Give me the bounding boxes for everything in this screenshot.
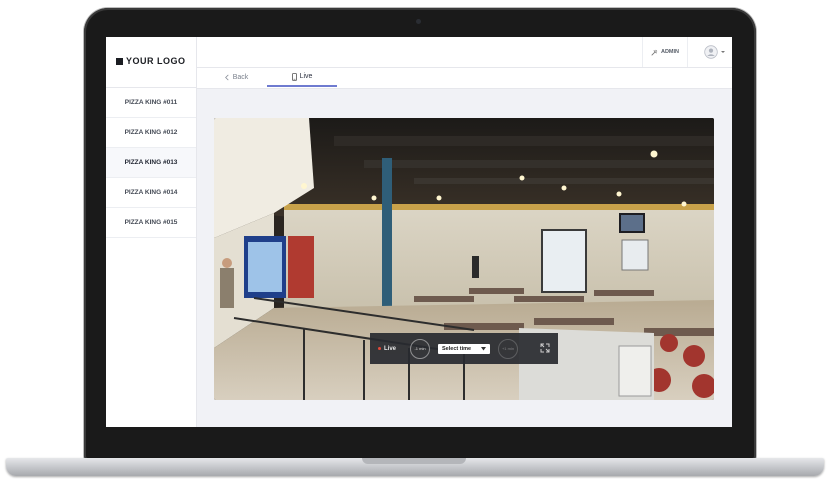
- tab-live-label: Live: [299, 73, 313, 80]
- store-list: PIZZA KING #011 PIZZA KING #012 PIZZA KI…: [106, 88, 196, 238]
- select-time-dropdown[interactable]: Select time: [438, 343, 491, 354]
- rewind-1-min-button[interactable]: -1 min: [410, 338, 431, 359]
- select-time-label: Select time: [442, 345, 472, 352]
- player-controls: Live -1 min Select time +1 min: [370, 333, 558, 364]
- expand-icon: [540, 343, 550, 352]
- user-menu[interactable]: [704, 37, 726, 67]
- sidebar-item-label: PIZZA KING #012: [124, 129, 178, 136]
- sidebar-item-label: PIZZA KING #014: [124, 189, 178, 196]
- camera-dot: [416, 19, 421, 24]
- sidebar-item-label: PIZZA KING #011: [124, 99, 178, 106]
- tab-back[interactable]: Back: [207, 68, 265, 87]
- user-avatar-icon: [704, 45, 718, 59]
- tab-back-label: Back: [232, 74, 249, 81]
- forward-1-min-button[interactable]: +1 min: [498, 338, 519, 359]
- live-indicator: Live: [378, 346, 396, 352]
- logo-area: YOUR LOGO: [106, 37, 196, 88]
- logo-square-icon: [116, 57, 123, 65]
- sidebar-item-pizza-king-011[interactable]: PIZZA KING #011: [106, 88, 196, 118]
- chevron-down-icon: [721, 51, 725, 53]
- rewind-label: -1 min: [414, 346, 426, 351]
- app-screen: YOUR LOGO PIZZA KING #011 PIZZA KING #01…: [106, 37, 732, 427]
- top-bar: ADMIN: [197, 37, 732, 68]
- forward-label: +1 min: [501, 346, 515, 351]
- admin-label: ADMIN: [660, 49, 679, 55]
- sidebar-item-pizza-king-015[interactable]: PIZZA KING #015: [106, 208, 196, 238]
- tab-bar: Back Live: [197, 68, 732, 89]
- logo[interactable]: YOUR LOGO: [116, 56, 186, 66]
- sidebar-item-pizza-king-013[interactable]: PIZZA KING #013: [106, 148, 196, 178]
- live-dot-icon: [378, 347, 381, 350]
- live-status-label: Live: [384, 345, 397, 352]
- tools-icon: [651, 49, 658, 56]
- sidebar-item-label: PIZZA KING #015: [124, 219, 178, 226]
- phone-icon: [291, 72, 297, 81]
- sidebar-item-pizza-king-014[interactable]: PIZZA KING #014: [106, 178, 196, 208]
- sidebar: YOUR LOGO PIZZA KING #011 PIZZA KING #01…: [106, 37, 197, 427]
- sidebar-item-pizza-king-012[interactable]: PIZZA KING #012: [106, 118, 196, 148]
- admin-button[interactable]: ADMIN: [641, 37, 688, 67]
- sidebar-item-label: PIZZA KING #013: [124, 159, 178, 166]
- chevron-left-icon: [224, 74, 229, 81]
- logo-text: YOUR LOGO: [126, 56, 186, 66]
- tab-live[interactable]: Live: [267, 68, 337, 87]
- laptop-notch: [362, 458, 466, 464]
- fullscreen-button[interactable]: [540, 340, 550, 358]
- caret-down-icon: [481, 346, 487, 350]
